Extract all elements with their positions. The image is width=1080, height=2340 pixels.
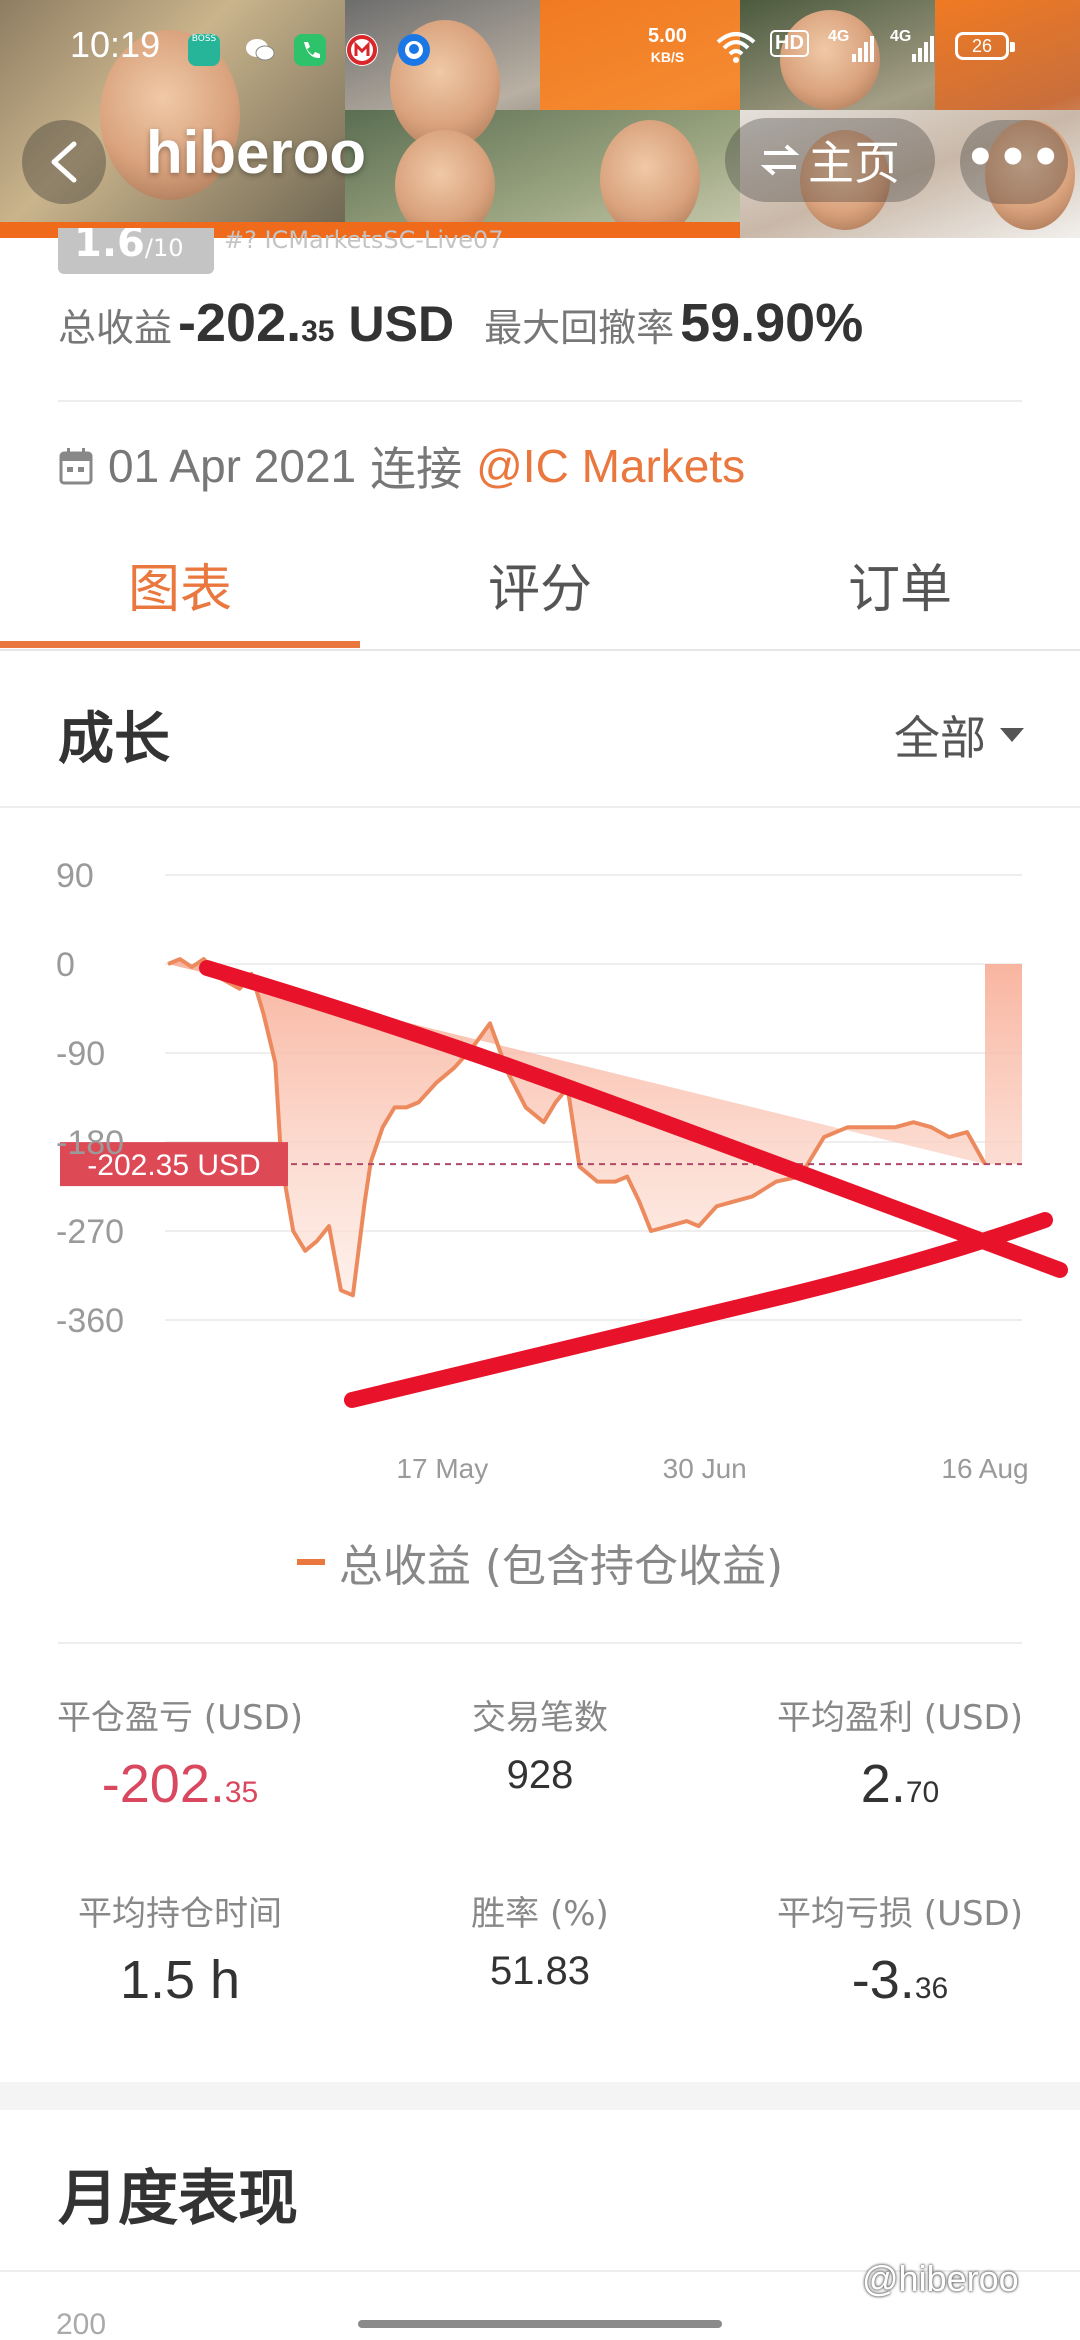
stat-avg-profit: 平均盈利 (USD) 2.70 [720, 1690, 1080, 1815]
tab-bar: 图表 评分 订单 [0, 540, 1080, 650]
growth-chart-svg: 900-90-180-270-36017 May 30 Jun 16 Aug-202… [56, 857, 1068, 1484]
y-tick-label: -360 [56, 1302, 124, 1340]
swap-icon [760, 144, 800, 176]
broker-link[interactable]: @IC Markets [476, 439, 745, 493]
hd-icon: HD [770, 30, 809, 57]
stat-value: 51.83 [489, 1949, 591, 1993]
total-profit-unit: USD [348, 296, 455, 352]
net-speed: 5.00 KB/S [648, 26, 687, 67]
net-speed-unit: KB/S [650, 49, 685, 65]
stat-value: 1.5 h [119, 1950, 241, 2010]
connection-info: 01 Apr 2021 连接 @IC Markets [58, 436, 745, 496]
range-filter-label: 全部 [894, 711, 986, 765]
stat-closed-pnl: 平仓盈亏 (USD) -202.35 [0, 1690, 360, 1815]
boss-zhipin-icon: BOSS [188, 34, 220, 66]
wifi-icon [716, 30, 756, 70]
stat-label: 胜率 (%) [471, 1894, 609, 1934]
stat-avg-loss: 平均亏损 (USD) -3.36 [720, 1886, 1080, 2011]
weibo-watermark: @hiberoo [862, 2258, 1019, 2299]
profile-name: hiberoo [146, 119, 366, 186]
divider [58, 1642, 1022, 1644]
growth-chart: 90 0 -90 -180 -270 -360 17 May 30 Jun 16 Aug -202… [0, 820, 1080, 1520]
stat-value-cents: 36 [914, 1972, 949, 2005]
stat-avg-hold-time: 平均持仓时间 1.5 h [0, 1886, 360, 2011]
range-filter-dropdown[interactable]: 全部 [894, 702, 1024, 768]
stat-value: 2.70 [720, 1753, 1080, 1815]
total-profit-main: -202. [178, 293, 302, 353]
phone-icon [294, 34, 326, 66]
divider [0, 806, 1080, 808]
monthly-axis-tick: 200 [56, 2308, 107, 2340]
connect-date: 01 Apr 2021 [108, 440, 357, 492]
stat-value: -202.35 [0, 1753, 360, 1815]
connect-text: 连接 [370, 443, 463, 495]
y-tick-label: -90 [56, 1035, 105, 1073]
y-tick-label: -270 [56, 1213, 124, 1251]
caret-down-icon [1000, 728, 1024, 742]
monthly-performance-title: 月度表现 [58, 2164, 298, 2234]
growth-title: 成长 [58, 707, 170, 772]
x-tick-label: 17 May [396, 1453, 488, 1484]
status-bar: 10:19 BOSS 5.00 KB/S HD 4G 4G 26 [0, 0, 1080, 100]
tab-rating[interactable]: 评分 [360, 540, 720, 650]
stat-value: -3.36 [720, 1949, 1080, 2011]
section-gap [0, 2082, 1080, 2110]
growth-header: 成长 全部 [0, 652, 1080, 808]
signal-bars-icon [912, 34, 936, 68]
stat-win-rate: 胜率 (%) 51.83 [360, 1886, 720, 1994]
stat-label: 平仓盈亏 (USD) [57, 1698, 303, 1738]
home-indicator[interactable] [358, 2320, 722, 2328]
rank-total: /10 [144, 234, 184, 262]
y-tick-label: 0 [56, 946, 75, 984]
back-button[interactable] [22, 120, 106, 204]
metro-icon [346, 34, 378, 66]
net-speed-value: 5.00 [648, 25, 687, 47]
stat-label: 平均亏损 (USD) [777, 1894, 1023, 1934]
tab-orders[interactable]: 订单 [720, 540, 1080, 650]
battery-icon: 26 [955, 32, 1015, 60]
signal-bars-icon [852, 34, 876, 68]
profit-summary: 总收益 -202.35 USD 最大回撤率 59.90% [58, 292, 1038, 372]
stat-label: 交易笔数 [472, 1698, 608, 1738]
stat-value-main: -3. [851, 1950, 915, 2010]
total-profit-cents: 35 [301, 315, 335, 348]
stat-value-main: 2. [860, 1754, 906, 1814]
tab-chart[interactable]: 图表 [0, 540, 360, 650]
home-label: 主页 [808, 136, 900, 190]
home-button[interactable]: 主页 [725, 118, 935, 202]
max-drawdown-label: 最大回撤率 [484, 306, 675, 350]
signal-4g-icon: 4G [828, 28, 850, 45]
more-button[interactable]: ••• [960, 120, 1068, 204]
legend-swatch [296, 1559, 325, 1565]
annotation-lower-trendline [344, 1212, 1053, 1408]
current-value-label: -202.35 USD [87, 1149, 260, 1182]
stat-value: 928 [506, 1753, 574, 1797]
divider [58, 400, 1022, 402]
stat-label: 平均盈利 (USD) [777, 1698, 1023, 1738]
tim-icon [398, 34, 430, 66]
server-name: #? ICMarketsSC-Live07 [224, 226, 504, 254]
clock: 10:19 [70, 24, 161, 65]
signal-4g-icon: 4G [890, 28, 912, 45]
legend-label: 总收益 (包含持仓收益) [338, 1541, 784, 1592]
stat-value-main: -202. [101, 1754, 225, 1814]
total-profit-value: -202.35 [178, 292, 334, 354]
wechat-icon [244, 34, 276, 66]
stat-label: 平均持仓时间 [78, 1894, 282, 1934]
x-tick-label: 16 Aug [941, 1453, 1028, 1484]
chevron-left-icon [51, 141, 77, 183]
stat-value-cents: 70 [905, 1776, 940, 1809]
rank-badge: 1.6/10 [58, 228, 214, 274]
banner-face [600, 120, 700, 238]
calendar-icon [59, 448, 93, 485]
divider [0, 649, 1080, 651]
rank-value: 1.6 [74, 228, 145, 266]
max-drawdown-value: 59.90% [680, 293, 864, 353]
total-profit-label: 总收益 [58, 306, 173, 350]
stat-trade-count: 交易笔数 928 [360, 1690, 720, 1798]
chart-legend: 总收益 (包含持仓收益) [0, 1530, 1080, 1594]
stat-value-cents: 35 [224, 1776, 259, 1809]
y-tick-label: 90 [56, 857, 94, 895]
x-tick-label: 30 Jun [663, 1453, 747, 1484]
